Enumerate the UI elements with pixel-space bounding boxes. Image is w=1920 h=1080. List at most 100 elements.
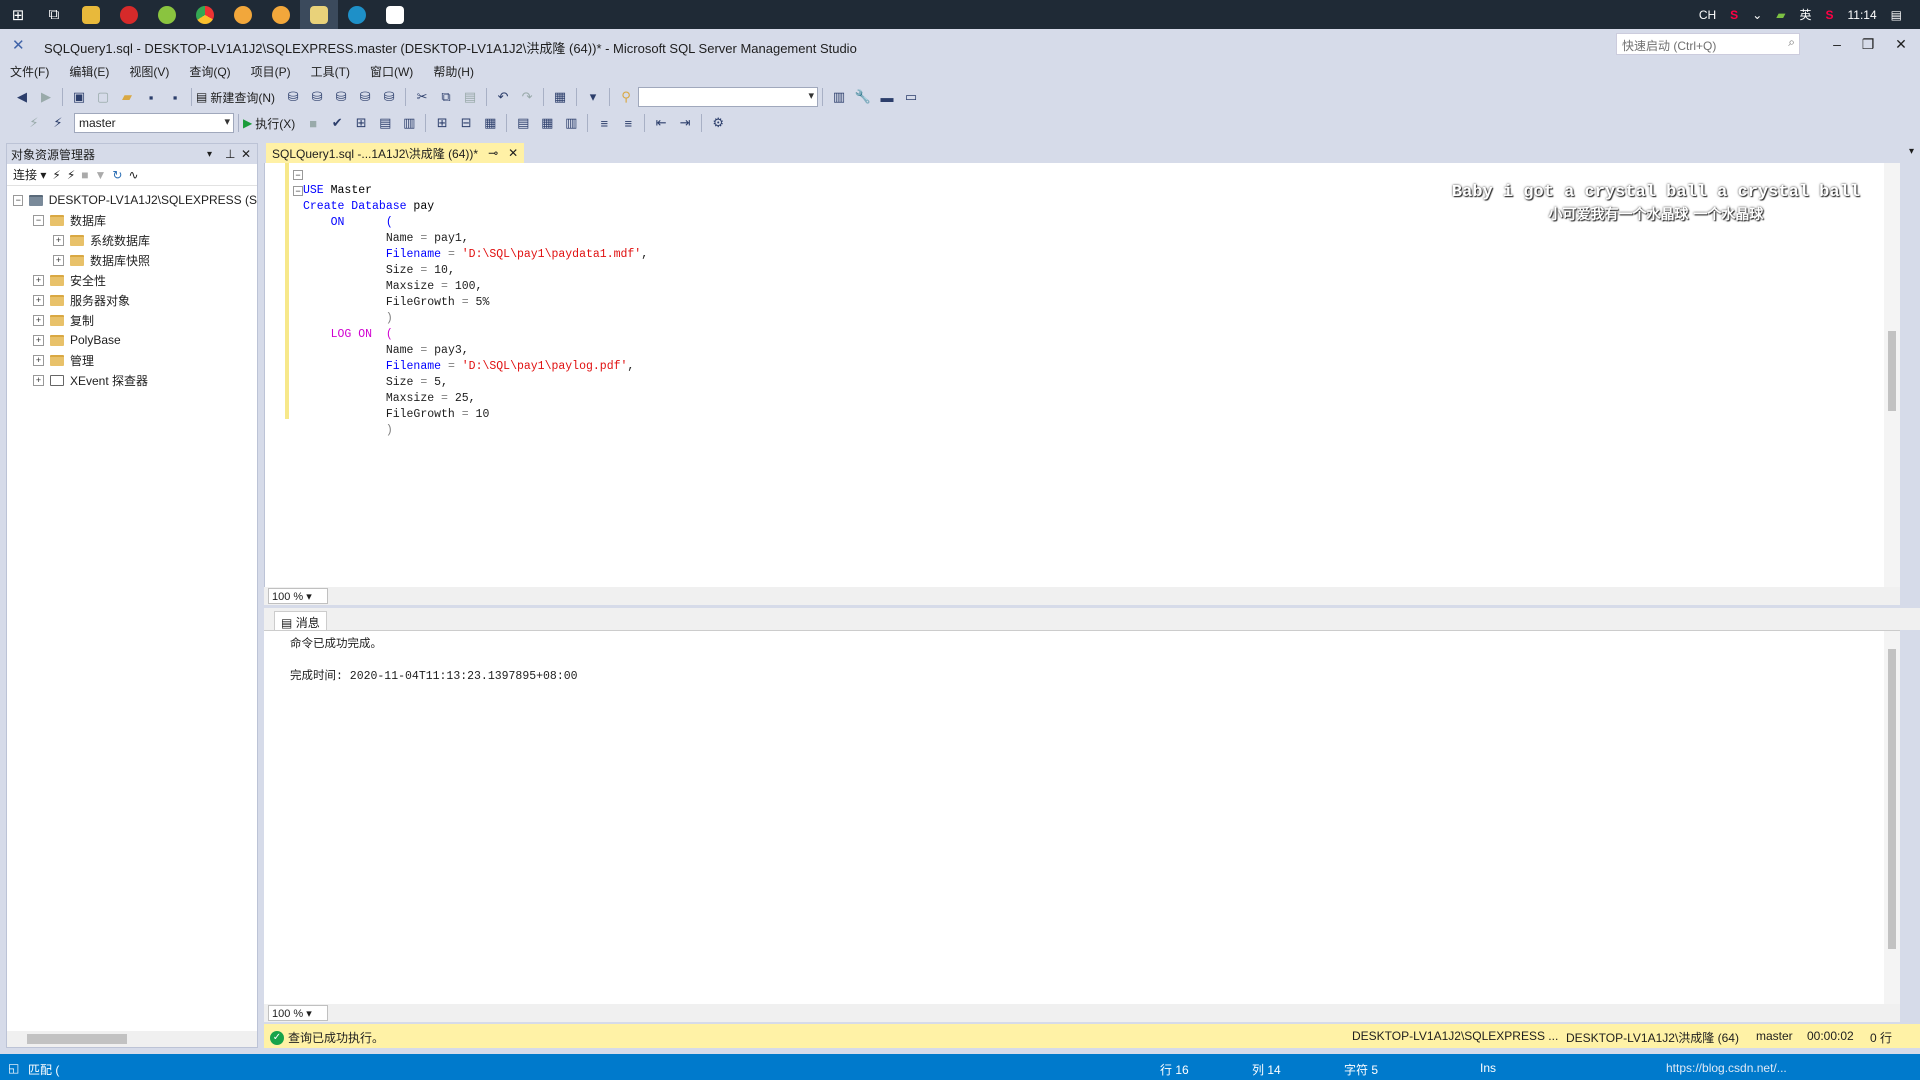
- change-connection-icon[interactable]: ⚡: [47, 113, 69, 133]
- close-tab-icon[interactable]: ✕: [508, 146, 518, 160]
- collapse-icon[interactable]: −: [13, 194, 24, 206]
- browser-taskbar-icon[interactable]: [148, 0, 186, 29]
- add-item-icon[interactable]: ▢: [92, 87, 114, 107]
- connect-icon[interactable]: ⚡: [23, 113, 45, 133]
- expand-icon[interactable]: +: [33, 354, 44, 366]
- expand-icon[interactable]: +: [33, 374, 44, 386]
- menu-query[interactable]: 查询(Q): [179, 60, 240, 83]
- disconnect-icon[interactable]: ⚡: [67, 168, 75, 182]
- results-vertical-scrollbar[interactable]: [1884, 631, 1900, 1005]
- tab-sqlquery1[interactable]: SQLQuery1.sql -...1A1J2\洪成隆 (64))* ⊸ ✕: [266, 143, 525, 163]
- music-app-taskbar-icon[interactable]: [110, 0, 148, 29]
- paste-icon[interactable]: ▤: [459, 87, 481, 107]
- menu-project[interactable]: 项目(P): [241, 60, 301, 83]
- editor-zoom-select[interactable]: 100 % ▾: [268, 588, 328, 604]
- include-plan-icon[interactable]: ⊞: [431, 113, 453, 133]
- results-file-icon[interactable]: ▥: [560, 113, 582, 133]
- activity-monitor-icon[interactable]: ▦: [549, 87, 571, 107]
- menu-view[interactable]: 视图(V): [119, 60, 179, 83]
- expand-icon[interactable]: +: [33, 314, 44, 326]
- menu-window[interactable]: 窗口(W): [360, 60, 423, 83]
- notification-icon[interactable]: ▤: [1891, 8, 1902, 22]
- dropdown-icon[interactable]: ▾: [582, 87, 604, 107]
- new-query-button[interactable]: ▤ 新建查询(N): [196, 89, 275, 106]
- app2-taskbar-icon[interactable]: [262, 0, 300, 29]
- ssms-taskbar-icon[interactable]: [300, 0, 338, 29]
- mdx-query-icon[interactable]: ⛁: [306, 87, 328, 107]
- expand-icon[interactable]: +: [53, 234, 64, 246]
- filter-icon[interactable]: ▼: [95, 168, 107, 182]
- results-grid-icon[interactable]: ▦: [536, 113, 558, 133]
- expand-icon[interactable]: +: [33, 334, 44, 346]
- chevron-up-icon[interactable]: ⌄: [1752, 8, 1762, 22]
- chrome-taskbar-icon[interactable]: [186, 0, 224, 29]
- sql-editor[interactable]: − − USE Master Create Database pay ON ( N…: [264, 163, 1900, 587]
- db-query-icon[interactable]: ⛁: [282, 87, 304, 107]
- tree-node-management[interactable]: + 管理: [7, 350, 257, 370]
- execute-button[interactable]: ▶ 执行(X): [243, 115, 295, 132]
- connect-icon[interactable]: ⚡: [52, 168, 60, 182]
- fold-icon[interactable]: −: [293, 170, 303, 180]
- save-icon[interactable]: ▪: [140, 87, 162, 107]
- uncomment-icon[interactable]: ≡: [617, 113, 639, 133]
- sogou-tray-icon[interactable]: S: [1826, 8, 1834, 22]
- close-icon[interactable]: ✕: [241, 147, 251, 161]
- stop-icon[interactable]: ■: [302, 113, 324, 133]
- quick-launch-input[interactable]: 快速启动 (Ctrl+Q) ⌕: [1616, 33, 1800, 55]
- tree-node-security[interactable]: + 安全性: [7, 270, 257, 290]
- expand-icon[interactable]: +: [33, 274, 44, 286]
- stop-icon[interactable]: ■: [81, 168, 88, 182]
- cut-icon[interactable]: ✂: [411, 87, 433, 107]
- tree-node-system-databases[interactable]: + 系统数据库: [7, 230, 257, 250]
- forward-icon[interactable]: ▶: [35, 87, 57, 107]
- horizontal-scrollbar[interactable]: [7, 1031, 257, 1047]
- chevron-down-icon[interactable]: ▾: [207, 149, 212, 160]
- results-text-icon[interactable]: ▤: [512, 113, 534, 133]
- results-zoom-select[interactable]: 100 % ▾: [268, 1005, 328, 1021]
- refresh-icon[interactable]: ↻: [112, 168, 122, 182]
- pin-icon[interactable]: ⊸: [488, 146, 498, 160]
- code-area[interactable]: USE Master Create Database pay ON ( Name …: [303, 167, 648, 471]
- nvidia-icon[interactable]: ▰: [1776, 8, 1785, 22]
- expand-icon[interactable]: +: [53, 254, 64, 266]
- connect-dropdown[interactable]: 连接 ▾: [13, 166, 46, 183]
- tab-dropdown-icon[interactable]: ▾: [1909, 146, 1914, 157]
- properties-icon[interactable]: 🔧: [852, 87, 874, 107]
- menu-edit[interactable]: 编辑(E): [59, 60, 119, 83]
- open-file-icon[interactable]: ▰: [116, 87, 138, 107]
- menu-help[interactable]: 帮助(H): [423, 60, 484, 83]
- windows-start-icon[interactable]: ⊞: [0, 0, 36, 29]
- find-icon[interactable]: ⚲: [615, 87, 637, 107]
- parse-icon[interactable]: ✔: [326, 113, 348, 133]
- pin-icon[interactable]: ⊥: [225, 147, 235, 161]
- solution-icon[interactable]: ▥: [828, 87, 850, 107]
- back-icon[interactable]: ◀: [11, 87, 33, 107]
- tree-node-replication[interactable]: + 复制: [7, 310, 257, 330]
- collapse-icon[interactable]: −: [33, 214, 44, 226]
- input-lang[interactable]: CH: [1699, 8, 1716, 22]
- menu-file[interactable]: 文件(F): [0, 60, 59, 83]
- copy-icon[interactable]: ⧉: [435, 87, 457, 107]
- tree-node-xevent[interactable]: + XEvent 探查器: [7, 370, 257, 390]
- query-designer-icon[interactable]: ▤: [374, 113, 396, 133]
- tree-node-server-objects[interactable]: + 服务器对象: [7, 290, 257, 310]
- editor-vertical-scrollbar[interactable]: [1884, 163, 1900, 587]
- outdent-icon[interactable]: ⇤: [650, 113, 672, 133]
- save-all-icon[interactable]: ▪: [164, 87, 186, 107]
- tree-node-db-snapshots[interactable]: + 数据库快照: [7, 250, 257, 270]
- undo-icon[interactable]: ↶: [492, 87, 514, 107]
- close-button[interactable]: ✕: [1886, 33, 1916, 55]
- app-taskbar-icon[interactable]: [224, 0, 262, 29]
- minimize-button[interactable]: –: [1822, 33, 1852, 55]
- tree-node-server[interactable]: − DESKTOP-LV1A1J2\SQLEXPRESS (S: [7, 190, 257, 210]
- menu-tools[interactable]: 工具(T): [301, 60, 360, 83]
- file-explorer-taskbar-icon[interactable]: [72, 0, 110, 29]
- intellisense-icon[interactable]: ▥: [398, 113, 420, 133]
- edge-taskbar-icon[interactable]: [338, 0, 376, 29]
- dax-query-icon[interactable]: ⛁: [378, 87, 400, 107]
- task-view-icon[interactable]: ⧉: [36, 0, 72, 29]
- console-icon[interactable]: ▭: [900, 87, 922, 107]
- find-combo[interactable]: [638, 87, 819, 107]
- dmx-query-icon[interactable]: ⛁: [330, 87, 352, 107]
- database-select[interactable]: master: [74, 113, 234, 133]
